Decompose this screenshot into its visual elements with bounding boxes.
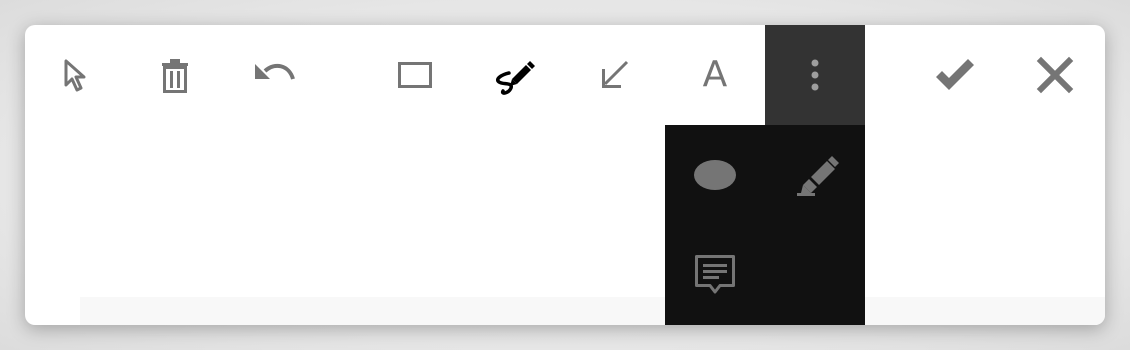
canvas-area	[80, 297, 1105, 325]
letter-a-icon: A	[702, 54, 728, 95]
rectangle-icon	[398, 62, 432, 88]
select-tool-button[interactable]	[25, 25, 125, 125]
highlighter-icon	[797, 156, 839, 196]
annotation-toolbar: A	[25, 25, 1105, 125]
undo-tool-button[interactable]	[225, 25, 325, 125]
cancel-button[interactable]	[1005, 25, 1105, 125]
text-tool-button[interactable]: A	[665, 25, 765, 125]
ellipse-icon	[694, 160, 736, 190]
trash-icon	[162, 59, 188, 93]
vertical-dots-icon	[811, 59, 819, 91]
confirm-button[interactable]	[905, 25, 1005, 125]
more-tools-menu	[665, 125, 865, 325]
diagonal-arrow-icon	[602, 60, 629, 88]
close-x-icon	[1036, 56, 1074, 94]
freehand-draw-tool-button[interactable]	[465, 25, 565, 125]
cursor-arrow-icon	[64, 59, 86, 92]
rectangle-tool-button[interactable]	[365, 25, 465, 125]
undo-arrow-icon	[255, 63, 295, 80]
delete-tool-button[interactable]	[125, 25, 225, 125]
checkmark-icon	[936, 59, 974, 90]
highlighter-tool-button[interactable]	[765, 125, 865, 225]
ellipse-tool-button[interactable]	[665, 125, 765, 225]
freehand-pen-icon	[496, 61, 535, 95]
more-tools-button[interactable]	[765, 25, 865, 125]
comment-tool-button[interactable]	[665, 225, 765, 325]
arrow-tool-button[interactable]	[565, 25, 665, 125]
comment-bubble-icon	[695, 255, 735, 294]
annotation-panel: A	[25, 25, 1105, 325]
